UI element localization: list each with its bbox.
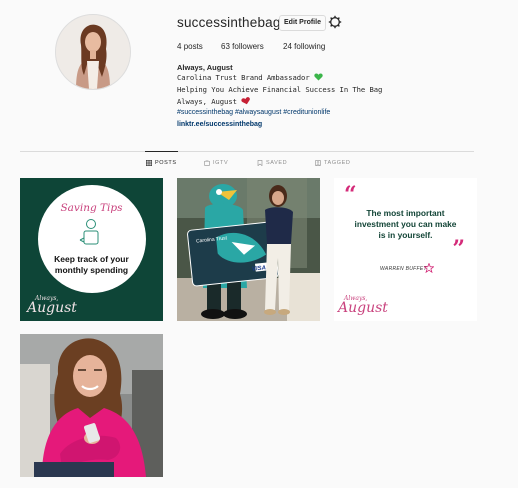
followers-count: 63	[221, 42, 230, 51]
bio-line-3: Always, August	[177, 97, 251, 106]
tab-posts-label: POSTS	[155, 160, 177, 166]
post-mascot-photo[interactable]: Carolina Trust VISA	[177, 178, 320, 321]
profile-username: successinthebag	[177, 15, 281, 30]
tab-saved-label: SAVED	[266, 160, 288, 166]
tabs-divider	[20, 151, 474, 152]
settings-gear-icon[interactable]	[328, 15, 342, 29]
tab-posts[interactable]: POSTS	[146, 160, 177, 166]
august-label: August	[27, 300, 77, 316]
igtv-icon	[204, 160, 210, 166]
bookmark-icon	[257, 160, 263, 166]
posts-label: posts	[183, 42, 203, 51]
bio-line-1-text: Carolina Trust Brand Ambassador	[177, 73, 310, 82]
bio-link[interactable]: linktr.ee/successinthebag	[177, 121, 262, 128]
bio-line-3-text: Always, August	[177, 97, 237, 106]
followers-stat[interactable]: 63 followers	[221, 42, 264, 51]
tab-igtv-label: IGTV	[213, 160, 229, 166]
mascot-photo-graphic	[177, 178, 320, 321]
bio-hashtags[interactable]: #successinthebag #alwaysaugust #creditun…	[177, 109, 330, 116]
following-stat[interactable]: 24 following	[283, 42, 325, 51]
posts-count: 4	[177, 42, 182, 51]
portrait-photo-graphic	[20, 334, 163, 477]
edit-profile-button[interactable]: Edit Profile	[279, 15, 326, 31]
quote-line-1: The most important	[366, 208, 445, 218]
tab-tagged-label: TAGGED	[324, 160, 351, 166]
avatar-photo	[56, 15, 130, 89]
saving-tips-text-1: Keep track of your	[54, 254, 129, 264]
saving-tips-title: Saving Tips	[60, 202, 123, 214]
close-quote-icon: ”	[452, 236, 465, 262]
star-icon	[424, 263, 434, 273]
tab-igtv[interactable]: IGTV	[204, 160, 228, 166]
bio-line-2: Helping You Achieve Financial Success In…	[177, 85, 383, 94]
saving-tips-text-2: monthly spending	[54, 265, 129, 275]
profile-avatar[interactable]	[55, 14, 131, 90]
followers-label: followers	[232, 42, 264, 51]
post-portrait-photo[interactable]	[20, 334, 163, 477]
quote-line-2: investment you can make	[354, 219, 457, 229]
quote-author: WARREN BUFFET	[380, 266, 427, 272]
tag-icon	[315, 160, 321, 166]
following-label: following	[294, 42, 326, 51]
bio-line-1: Carolina Trust Brand Ambassador	[177, 73, 323, 82]
post-saving-tips[interactable]: Saving Tips Keep track of your monthly s…	[20, 178, 163, 321]
active-tab-indicator	[145, 151, 178, 152]
tab-saved[interactable]: SAVED	[257, 160, 287, 166]
profile-name: Always, August	[177, 63, 233, 72]
green-heart-icon	[314, 73, 323, 81]
quote-august-label: August	[338, 300, 388, 316]
grid-icon	[146, 160, 152, 166]
red-heart-icon	[241, 97, 251, 105]
following-count: 24	[283, 42, 292, 51]
open-quote-icon: “	[344, 182, 357, 208]
post-buffett-quote[interactable]: “ The most important investment you can …	[334, 178, 477, 321]
posts-stat: 4 posts	[177, 42, 203, 51]
tab-tagged[interactable]: TAGGED	[315, 160, 350, 166]
